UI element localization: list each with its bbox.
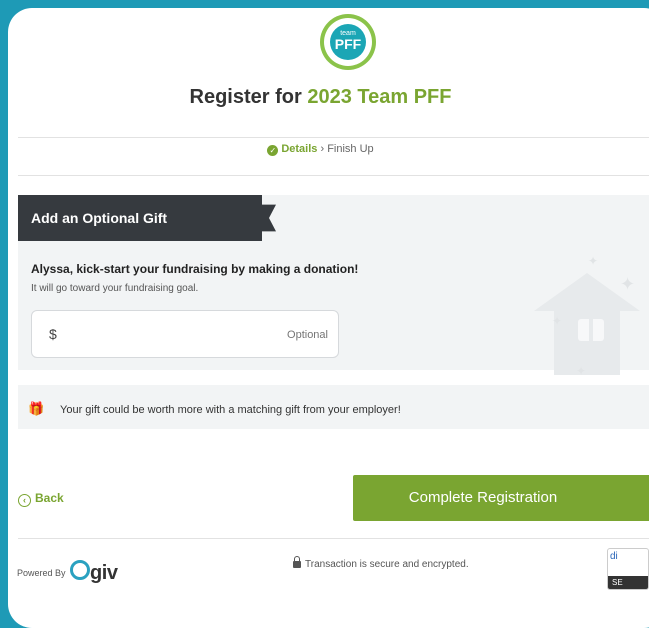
back-label: Back	[35, 491, 64, 505]
divider-footer	[18, 538, 649, 539]
qgiv-q-icon	[70, 560, 91, 580]
currency-symbol: $	[49, 326, 57, 342]
title-event: 2023 Team PFF	[307, 86, 452, 108]
check-icon: ✓	[267, 145, 279, 156]
gift-box-icon: 🎁	[28, 401, 45, 416]
qgiv-logo-text: giv	[90, 562, 118, 584]
complete-registration-label: Complete Registration	[408, 489, 558, 506]
breadcrumb: ✓ Details › Finish Up	[0, 143, 641, 156]
gift-headline: Alyssa, kick-start your fundraising by m…	[31, 262, 359, 276]
team-pff-logo: team PFF	[320, 14, 376, 70]
gift-amount-field[interactable]: $	[31, 310, 339, 358]
chevron-right-icon: ›	[320, 143, 325, 155]
svg-text:✦: ✦	[588, 254, 598, 268]
svg-text:✦: ✦	[620, 274, 635, 295]
powered-by-label: Powered By	[17, 568, 66, 578]
divider-steps	[18, 175, 649, 176]
badge-bottom-text: SE	[608, 576, 648, 589]
step-finish-up: Finish Up	[327, 143, 374, 155]
svg-text:✦: ✦	[576, 364, 586, 375]
title-prefix: Register for	[189, 86, 308, 108]
tab-notch-shape	[262, 204, 276, 232]
badge-top-text: di	[610, 551, 618, 562]
gift-subline: It will go toward your fundraising goal.	[31, 283, 199, 294]
divider-top	[18, 137, 649, 138]
matching-gift-text: Your gift could be worth more with a mat…	[60, 404, 401, 416]
page-title: Register for 2023 Team PFF	[0, 86, 641, 109]
gift-amount-input[interactable]	[66, 321, 330, 349]
back-link[interactable]: ‹ Back	[18, 491, 64, 507]
step-details: Details	[281, 143, 318, 155]
lock-icon	[293, 556, 301, 568]
logo-big-text: PFF	[334, 36, 362, 52]
secure-text: Transaction is secure and encrypted.	[305, 559, 469, 570]
secure-notice: Transaction is secure and encrypted.	[293, 556, 469, 570]
security-seal-badge[interactable]: di SE	[607, 548, 649, 590]
gift-section-tab: Add an Optional Gift	[18, 195, 262, 241]
svg-text:✦: ✦	[552, 314, 562, 328]
complete-registration-button[interactable]: Complete Registration	[353, 475, 649, 521]
powered-by: Powered By giv	[17, 560, 118, 585]
gift-house-icon: ✦ ✦ ✦ ✦	[534, 254, 640, 375]
chevron-left-icon: ‹	[18, 494, 31, 507]
